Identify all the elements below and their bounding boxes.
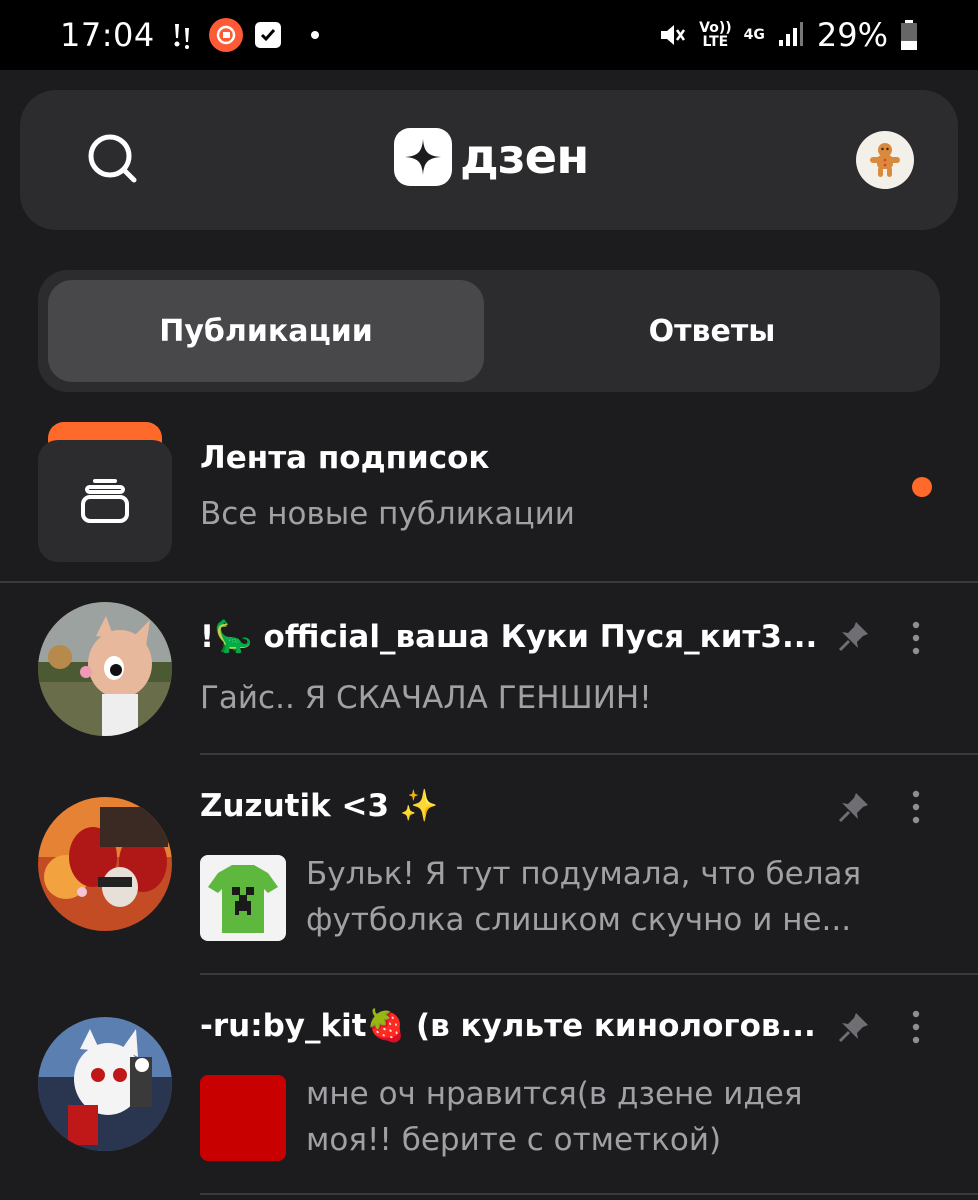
subscriptions-title: Лента подписок bbox=[200, 440, 490, 476]
unread-dot bbox=[912, 477, 932, 497]
pin-icon bbox=[838, 1013, 868, 1043]
status-time: 17:04 bbox=[60, 16, 155, 54]
avatar bbox=[38, 602, 172, 736]
volte-icon: Vo)) LTE bbox=[699, 20, 732, 50]
checkbox-notification-icon bbox=[254, 22, 281, 48]
subscriptions-tile bbox=[38, 440, 172, 562]
signal-icon bbox=[777, 20, 805, 50]
chat-last-message: Бульк! Я тут подумала, что белая футболк… bbox=[306, 851, 916, 943]
gingerbread-icon bbox=[870, 143, 900, 177]
chat-last-message: Гайс.. Я СКАЧАЛА ГЕНШИН! bbox=[200, 680, 652, 716]
screen-recorder-icon bbox=[208, 18, 243, 52]
chat-item[interactable]: -ru:by_kit🍓 (в культе кинологов... мне о… bbox=[0, 995, 978, 1200]
profile-avatar[interactable] bbox=[856, 131, 914, 189]
chat-last-message: мне оч нравится(в дзене идея моя!! берит… bbox=[306, 1071, 916, 1163]
notification-steps-icon bbox=[167, 20, 197, 50]
status-bar-left: 17:04 bbox=[60, 16, 319, 54]
network-4g-icon: 4G bbox=[744, 28, 765, 42]
more-options-icon[interactable] bbox=[904, 618, 928, 658]
battery-icon bbox=[900, 19, 918, 51]
more-notifications-dot-icon bbox=[310, 31, 319, 39]
message-thumbnail bbox=[200, 855, 286, 941]
chat-name: Zuzutik <3 ✨ bbox=[200, 788, 439, 824]
message-line: мне оч нравится(в дзене идея bbox=[306, 1076, 803, 1112]
chat-name: !🦕 official_ваша Куки Пуся_кит3... bbox=[200, 619, 818, 655]
more-options-icon[interactable] bbox=[904, 787, 928, 827]
app-header: дзен bbox=[20, 90, 958, 230]
logo-text: дзен bbox=[460, 129, 589, 185]
subscriptions-subtitle: Все новые публикации bbox=[200, 496, 575, 532]
dzen-logo[interactable]: дзен bbox=[394, 128, 589, 186]
message-line: Бульк! Я тут подумала, что белая bbox=[306, 856, 862, 892]
chat-item[interactable]: !🦕 official_ваша Куки Пуся_кит3... Гайс.… bbox=[0, 600, 978, 755]
network-label: 4G bbox=[743, 27, 765, 43]
avatar bbox=[38, 1017, 172, 1151]
tabs-switcher: Публикации Ответы bbox=[38, 270, 940, 392]
chat-name: -ru:by_kit🍓 (в культе кинологов... bbox=[200, 1008, 816, 1044]
message-thumbnail bbox=[200, 1075, 286, 1161]
tab-publications[interactable]: Публикации bbox=[48, 280, 484, 382]
divider bbox=[200, 1193, 978, 1195]
pin-icon bbox=[838, 622, 868, 652]
pin-icon bbox=[838, 793, 868, 823]
tab-answers[interactable]: Ответы bbox=[494, 280, 930, 382]
subscriptions-icon-tile bbox=[38, 422, 172, 564]
message-line: моя!! берите с отметкой) bbox=[306, 1122, 722, 1158]
search-icon bbox=[88, 134, 137, 183]
chat-item[interactable]: Zuzutik <3 ✨ Бульк! Я тут подумала, что … bbox=[0, 775, 978, 975]
divider bbox=[0, 581, 978, 583]
status-bar-right: Vo)) LTE 4G 29% bbox=[657, 16, 918, 54]
more-options-icon[interactable] bbox=[904, 1007, 928, 1047]
divider bbox=[200, 973, 978, 975]
message-line: футболка слишком скучно и не... bbox=[306, 902, 852, 938]
dzen-star-icon bbox=[394, 128, 452, 186]
status-bar: 17:04 Vo)) LTE 4G 29% bbox=[0, 0, 978, 70]
feed-stack-icon bbox=[81, 479, 129, 523]
avatar bbox=[38, 797, 172, 931]
battery-percentage: 29% bbox=[816, 16, 888, 54]
subscriptions-feed-item[interactable]: Лента подписок Все новые публикации bbox=[0, 420, 978, 580]
mute-icon bbox=[657, 20, 687, 50]
divider bbox=[200, 753, 978, 755]
search-button[interactable] bbox=[84, 130, 144, 190]
